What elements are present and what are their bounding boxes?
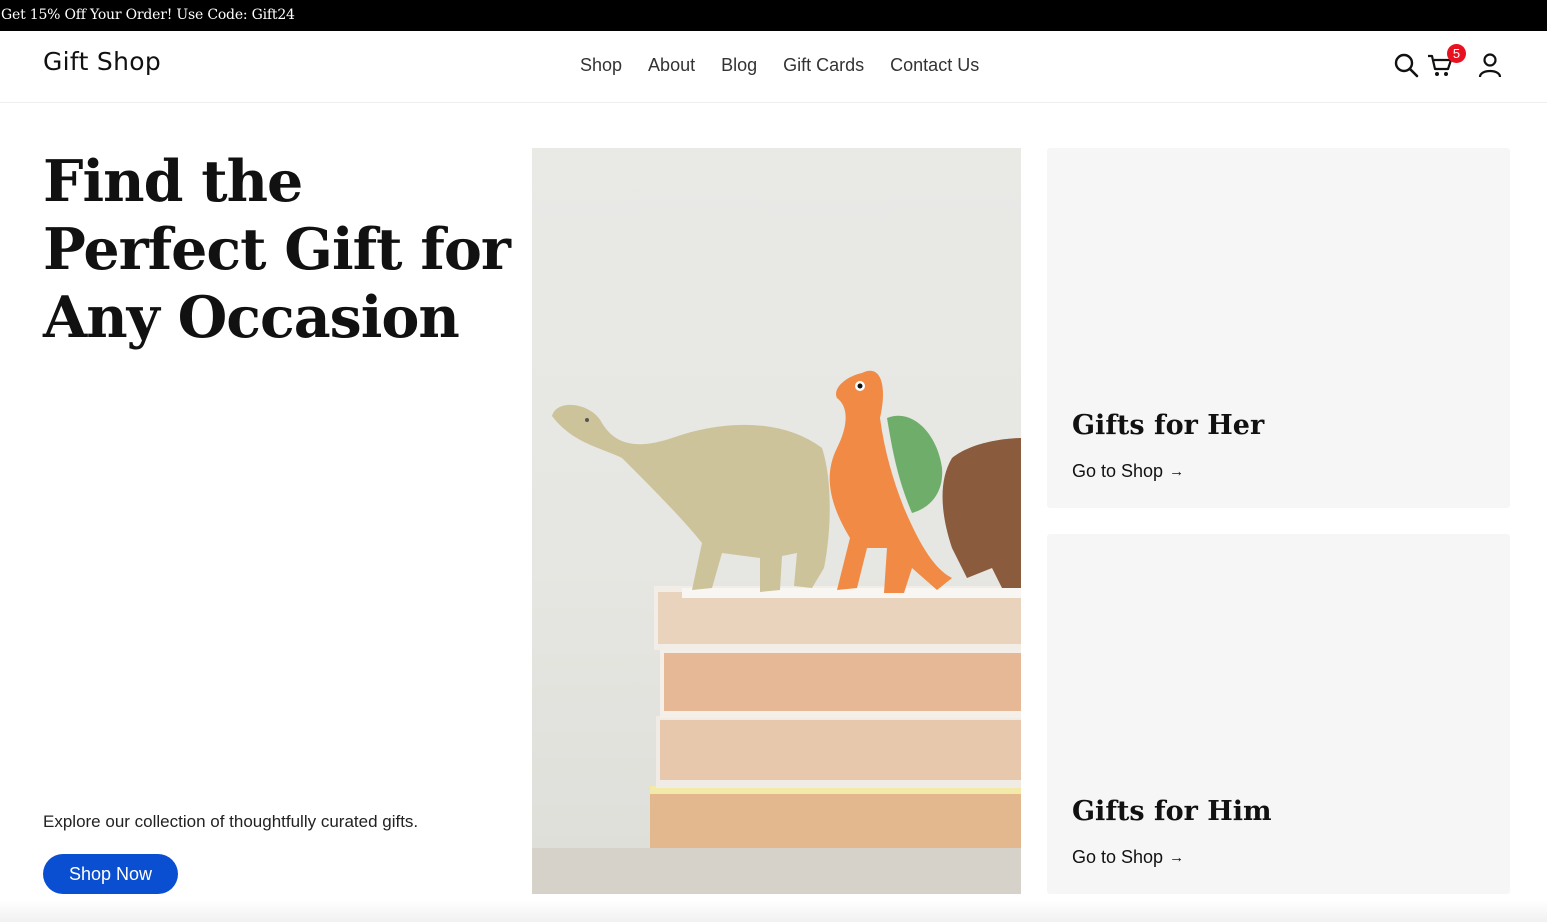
hero-title: Find the Perfect Gift for Any Occasion [43,148,511,351]
user-icon[interactable] [1476,51,1504,79]
nav-contact-us[interactable]: Contact Us [890,55,979,76]
card-title-him: Gifts for Him [1072,796,1272,827]
hero-image [532,148,1021,894]
hero-description: Explore our collection of thoughtfully c… [43,812,419,831]
category-card-him[interactable]: Gifts for Him Go to Shop → [1047,534,1510,894]
promo-banner: Get 15% Off Your Order! Use Code: Gift24 [0,0,1547,31]
arrow-right-icon: → [1169,463,1185,480]
site-logo[interactable]: Gift Shop [43,47,161,76]
nav-shop[interactable]: Shop [580,55,622,76]
page-bottom-fade [0,900,1547,922]
nav-gift-cards[interactable]: Gift Cards [783,55,864,76]
nav-blog[interactable]: Blog [721,55,757,76]
arrow-right-icon: → [1169,849,1185,866]
site-header: Gift Shop Shop About Blog Gift Cards Con… [0,31,1547,103]
link-label: Go to Shop [1072,847,1164,867]
shop-now-button[interactable]: Shop Now [43,854,178,894]
go-to-shop-him-link[interactable]: Go to Shop → [1072,847,1184,868]
go-to-shop-her-link[interactable]: Go to Shop → [1072,461,1184,482]
promo-text: Get 15% Off Your Order! Use Code: Gift24 [1,7,295,23]
nav-about[interactable]: About [648,55,695,76]
main-nav: Shop About Blog Gift Cards Contact Us [580,55,979,76]
link-label: Go to Shop [1072,461,1164,481]
cart-count-badge: 5 [1447,44,1466,63]
search-icon[interactable] [1392,51,1420,79]
category-card-her[interactable]: Gifts for Her Go to Shop → [1047,148,1510,508]
card-title-her: Gifts for Her [1072,410,1265,441]
